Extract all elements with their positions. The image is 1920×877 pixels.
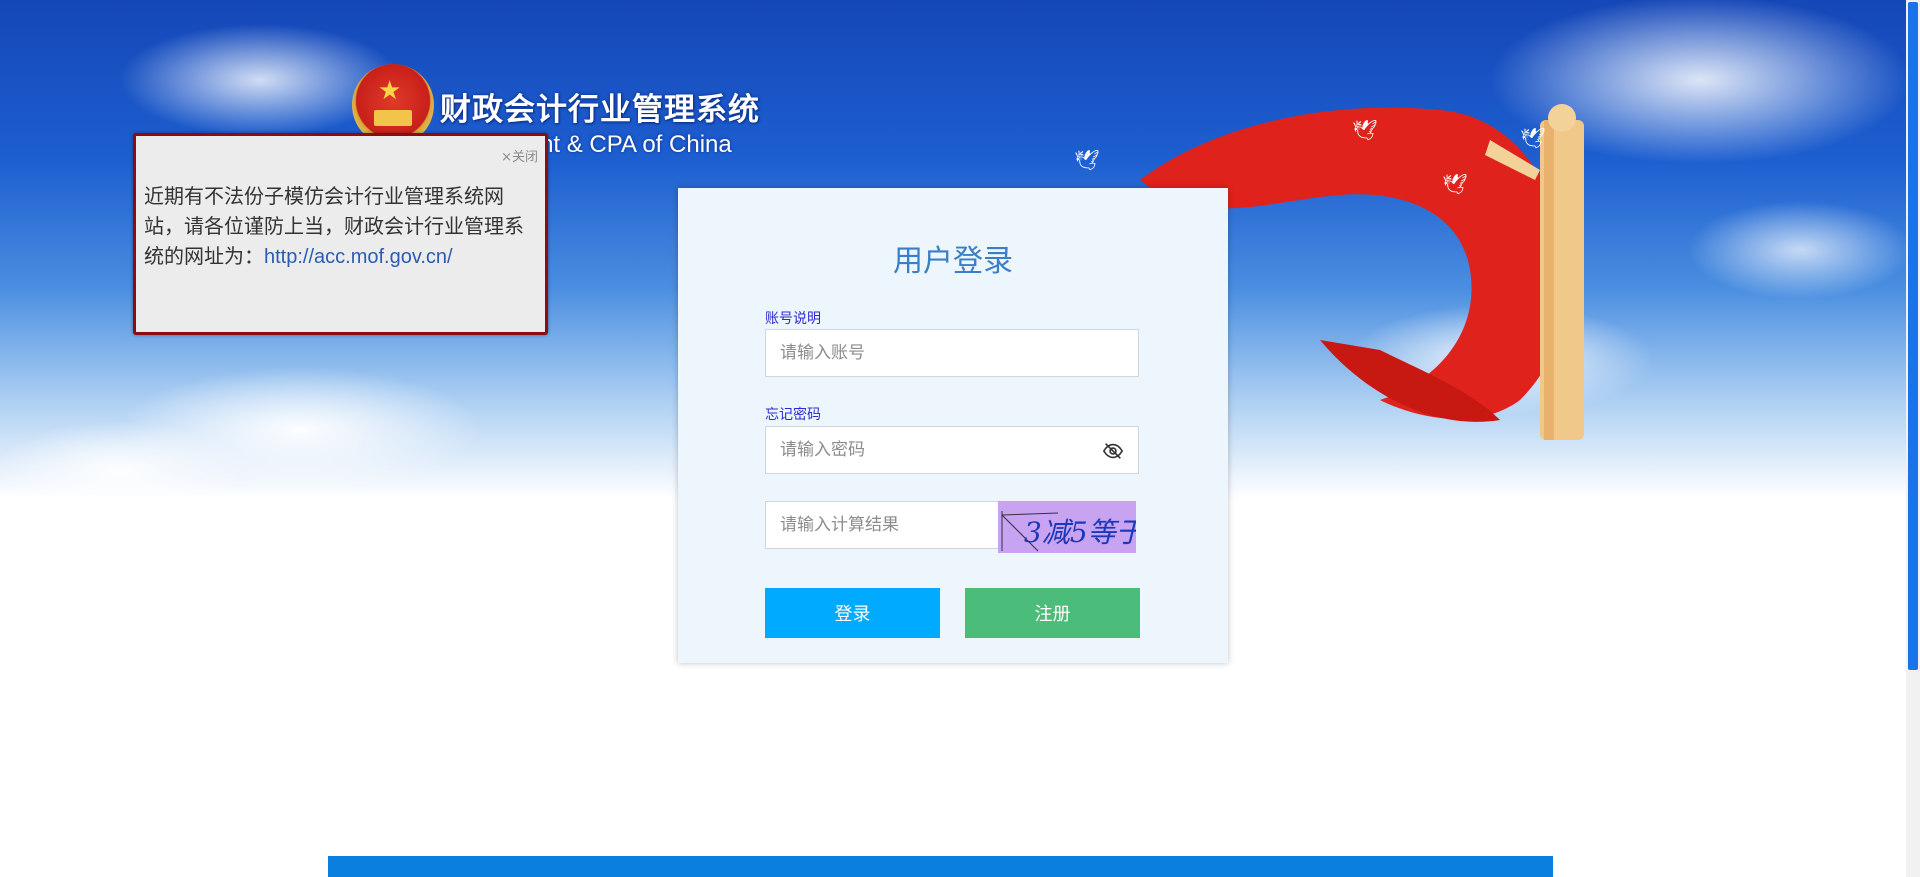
dove-icon: 🕊: [1520, 126, 1546, 150]
account-input[interactable]: [765, 329, 1139, 377]
eye-off-icon[interactable]: [1102, 440, 1124, 462]
scrollbar-thumb[interactable]: [1908, 2, 1918, 670]
notice-site-link[interactable]: http://acc.mof.gov.cn/: [264, 246, 453, 268]
footer-bar: [328, 856, 1553, 877]
captcha-input[interactable]: [765, 501, 999, 549]
password-input[interactable]: [765, 426, 1139, 474]
account-help-link[interactable]: 账号说明: [765, 308, 821, 328]
forgot-password-link[interactable]: 忘记密码: [765, 404, 821, 424]
register-button[interactable]: 注册: [965, 588, 1140, 638]
notice-close-button[interactable]: ×关闭: [501, 146, 538, 165]
notice-message: 近期有不法份子模仿会计行业管理系统网站，请各位谨防上当，财政会计行业管理系统的网…: [144, 181, 540, 272]
site-title-cn: 财政会计行业管理系统: [440, 92, 760, 128]
login-title: 用户登录: [893, 244, 1013, 279]
scrollbar-track[interactable]: [1906, 0, 1920, 877]
captcha-image[interactable]: 3减5等于: [998, 501, 1136, 553]
captcha-text: 3减5等于: [1024, 516, 1136, 549]
notice-popup: ×关闭 近期有不法份子模仿会计行业管理系统网站，请各位谨防上当，财政会计行业管理…: [133, 133, 548, 335]
login-button[interactable]: 登录: [765, 588, 940, 638]
dove-icon: 🕊: [1442, 172, 1468, 196]
login-card: 用户登录 账号说明 忘记密码 3减5等于 登录 注册: [678, 188, 1228, 663]
dove-icon: 🕊: [1352, 118, 1378, 142]
dove-icon: 🕊: [1074, 148, 1100, 172]
